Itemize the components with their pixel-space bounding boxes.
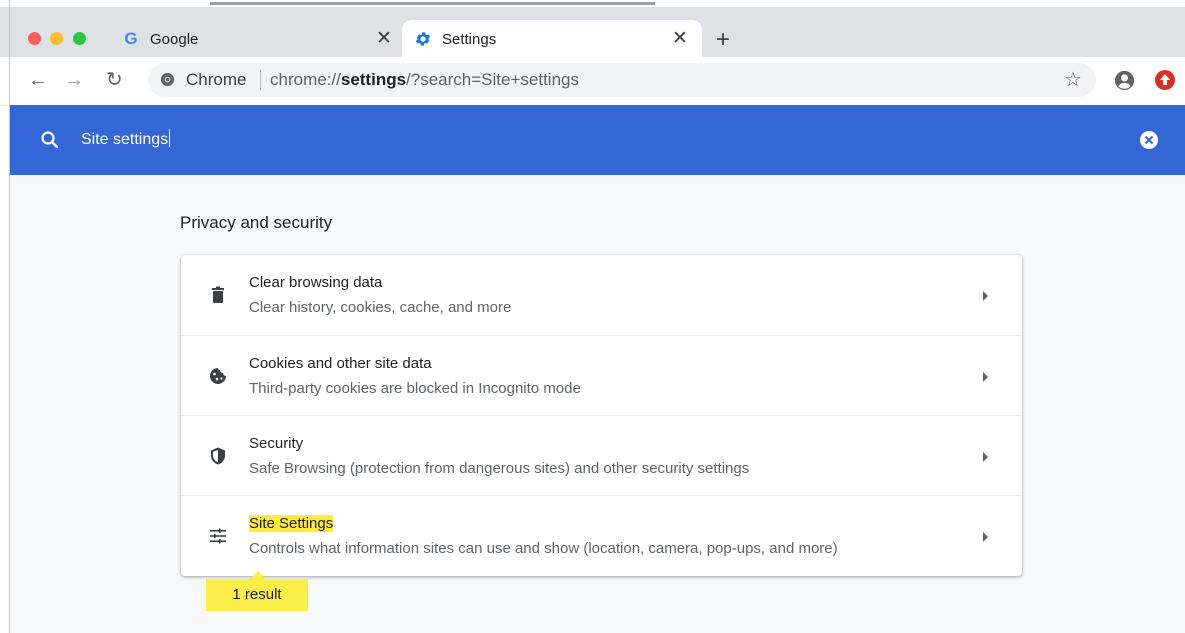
browser-window: G Google ✕ Settings ✕ + ← → ↻ Chrome chr… <box>0 0 1185 633</box>
trash-icon <box>208 285 228 305</box>
url-path: /?search=Site+settings <box>406 70 579 89</box>
maximize-window-button[interactable] <box>73 32 86 45</box>
row-subtitle: Third-party cookies are blocked in Incog… <box>249 380 581 397</box>
row-cookies[interactable]: Cookies and other site data Third-party … <box>181 335 1022 416</box>
close-window-button[interactable] <box>28 32 41 45</box>
minimize-window-button[interactable] <box>50 32 63 45</box>
search-input[interactable]: Site settings <box>81 129 171 149</box>
row-subtitle: Controls what information sites can use … <box>249 540 838 557</box>
settings-content: Privacy and security Clear browsing data… <box>10 175 1185 633</box>
drag-indicator <box>210 2 655 5</box>
arrow-right-icon <box>983 452 988 462</box>
extension-update-icon[interactable] <box>1155 70 1175 90</box>
toolbar: ← → ↻ Chrome chrome://settings/?search=S… <box>0 57 1185 106</box>
row-title: Security <box>249 435 304 452</box>
row-site-settings[interactable]: Site Settings Controls what information … <box>181 495 1022 576</box>
arrow-right-icon <box>983 291 988 301</box>
section-title: Privacy and security <box>180 213 333 232</box>
settings-card: Clear browsing data Clear history, cooki… <box>181 255 1022 576</box>
row-clear-browsing-data[interactable]: Clear browsing data Clear history, cooki… <box>181 255 1022 335</box>
arrow-right-icon <box>983 532 988 542</box>
tab-strip: G Google ✕ Settings ✕ + <box>0 7 1185 64</box>
window-left-edge <box>9 0 10 633</box>
url-scheme: chrome:// <box>270 70 341 89</box>
forward-button[interactable]: → <box>64 70 84 90</box>
close-tab-icon[interactable]: ✕ <box>672 29 688 49</box>
settings-search-bar: Site settings <box>10 105 1185 175</box>
cookie-icon <box>208 366 228 386</box>
row-subtitle: Clear history, cookies, cache, and more <box>249 299 512 316</box>
arrow-right-icon <box>983 372 988 382</box>
bookmark-star-icon[interactable]: ☆ <box>1064 70 1082 90</box>
google-icon: G <box>124 29 138 48</box>
row-subtitle: Safe Browsing (protection from dangerous… <box>249 460 750 477</box>
profile-avatar-icon[interactable] <box>1114 70 1135 91</box>
search-match-highlight: Site Settings <box>249 515 334 532</box>
search-result-bubble: 1 result <box>206 571 308 611</box>
row-title: Site Settings <box>249 515 334 532</box>
search-query: Site settings <box>81 131 169 148</box>
url-text: chrome://settings/?search=Site+settings <box>270 70 579 90</box>
back-button[interactable]: ← <box>28 70 48 90</box>
omnibox-chip-label: Chrome <box>186 70 247 89</box>
row-security[interactable]: Security Safe Browsing (protection from … <box>181 415 1022 496</box>
text-caret <box>169 129 171 147</box>
clear-search-icon[interactable] <box>1140 131 1158 149</box>
shield-icon <box>208 446 228 466</box>
url-host: settings <box>340 70 407 89</box>
new-tab-button[interactable]: + <box>716 28 730 52</box>
reload-button[interactable]: ↻ <box>106 70 123 90</box>
chrome-icon <box>160 72 175 87</box>
search-icon <box>40 130 60 150</box>
tab-title: Settings <box>442 31 497 48</box>
omnibox-separator <box>260 70 261 90</box>
close-tab-icon[interactable]: ✕ <box>376 29 392 49</box>
address-bar[interactable]: Chrome chrome://settings/?search=Site+se… <box>148 63 1096 97</box>
window-top-edge <box>0 0 1185 7</box>
tune-sliders-icon <box>208 526 228 546</box>
tab-title: Google <box>150 31 199 48</box>
row-title: Cookies and other site data <box>249 355 432 372</box>
settings-gear-icon <box>414 30 432 48</box>
row-title: Clear browsing data <box>249 274 383 291</box>
